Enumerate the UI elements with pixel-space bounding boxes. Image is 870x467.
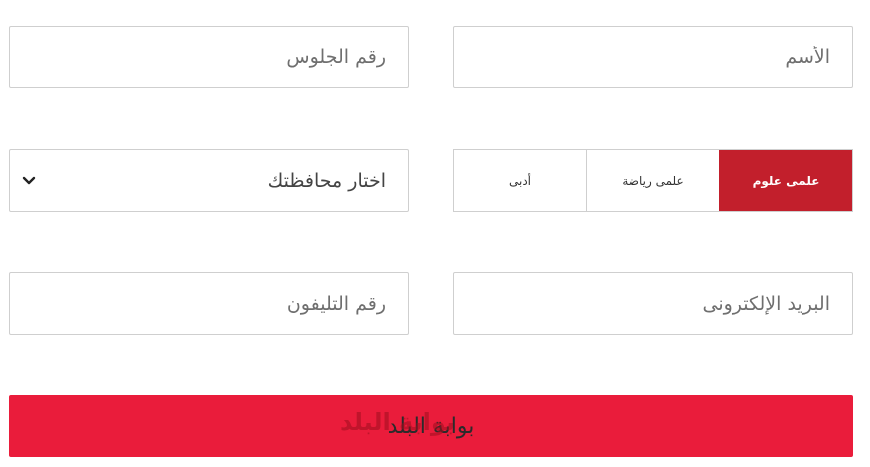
name-field[interactable]	[453, 26, 853, 88]
registration-form: علمى علوم علمى رياضة أدبى اختار محافظتك …	[0, 0, 870, 467]
seat-number-field[interactable]	[9, 26, 409, 88]
phone-input[interactable]	[10, 273, 408, 334]
track-option-science[interactable]: علمى علوم	[719, 150, 852, 211]
submit-button-label: بوابة البلد	[387, 413, 475, 439]
name-input[interactable]	[454, 27, 852, 87]
track-selector: علمى علوم علمى رياضة أدبى	[453, 149, 853, 212]
email-input[interactable]	[454, 273, 852, 334]
track-option-literary[interactable]: أدبى	[454, 150, 586, 211]
email-field[interactable]	[453, 272, 853, 335]
submit-button[interactable]: بوابة البلد	[9, 395, 853, 457]
seat-number-input[interactable]	[10, 27, 408, 87]
track-option-math[interactable]: علمى رياضة	[586, 150, 719, 211]
phone-field[interactable]	[9, 272, 409, 335]
chevron-down-icon	[22, 176, 36, 186]
governorate-select-label: اختار محافظتك	[267, 169, 386, 192]
governorate-select[interactable]: اختار محافظتك	[9, 149, 409, 212]
